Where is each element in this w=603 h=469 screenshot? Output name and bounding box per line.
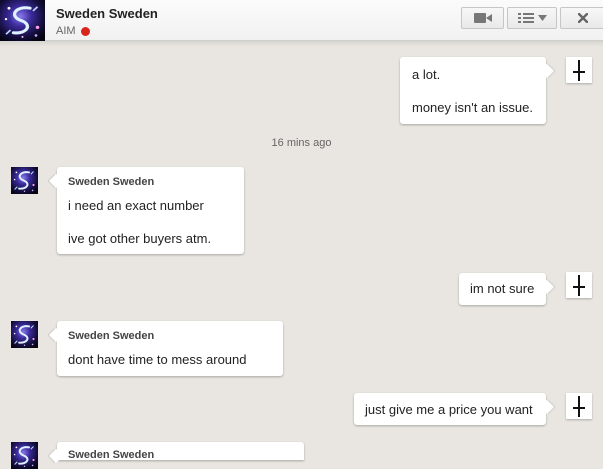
contact-avatar[interactable]	[0, 0, 45, 41]
message-line: a lot.	[412, 67, 441, 82]
options-menu-button[interactable]	[507, 7, 557, 29]
contact-avatar[interactable]	[11, 167, 38, 194]
chevron-down-icon	[537, 15, 547, 21]
message-bubble-outgoing: a lot. money isn't an issue.	[400, 57, 546, 124]
message-line: money isn't an issue.	[412, 100, 533, 115]
message-timestamp: 16 mins ago	[271, 137, 332, 149]
message-bubble-incoming: Sweden Sweden	[57, 442, 304, 461]
contact-name[interactable]: Sweden Sweden	[56, 6, 158, 21]
dagger-icon	[573, 275, 585, 296]
message-bubble-incoming: Sweden Sweden dont have time to mess aro…	[57, 321, 283, 376]
chat-header: Sweden Sweden AIM	[0, 0, 603, 41]
contact-avatar[interactable]	[11, 442, 38, 469]
close-button[interactable]	[560, 7, 603, 29]
sender-name: Sweden Sweden	[68, 330, 155, 342]
message-bubble-outgoing: just give me a price you want	[354, 393, 546, 425]
my-avatar[interactable]	[566, 272, 592, 298]
message-bubble-outgoing: im not sure	[459, 273, 546, 305]
my-avatar[interactable]	[566, 57, 592, 83]
header-shadow	[0, 41, 603, 47]
message-bubble-incoming: Sweden Sweden i need an exact number ive…	[57, 167, 244, 254]
message-line: i need an exact number	[68, 198, 204, 213]
status-dot	[81, 27, 90, 36]
contact-avatar[interactable]	[11, 321, 38, 348]
video-call-button[interactable]	[461, 7, 504, 29]
service-label: AIM	[56, 25, 76, 37]
message-line: dont have time to mess around	[68, 352, 247, 367]
video-camera-icon	[473, 13, 492, 23]
message-line: just give me a price you want	[365, 402, 533, 417]
message-line: im not sure	[470, 281, 535, 296]
list-icon	[517, 13, 534, 23]
close-icon	[578, 13, 588, 23]
dagger-icon	[573, 396, 585, 417]
message-line: ive got other buyers atm.	[68, 231, 212, 246]
dagger-icon	[573, 60, 585, 81]
my-avatar[interactable]	[566, 393, 592, 419]
sender-name: Sweden Sweden	[68, 449, 155, 461]
sender-name: Sweden Sweden	[68, 176, 155, 188]
